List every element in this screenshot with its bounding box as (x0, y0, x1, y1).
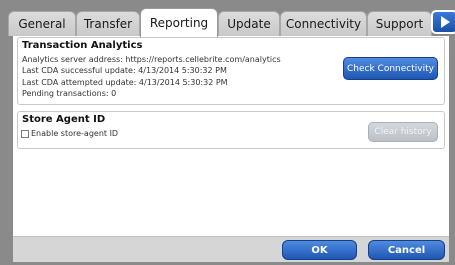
cancel-button[interactable]: Cancel (368, 240, 445, 260)
last-successful-update: Last CDA successful update: 4/13/2014 5:… (22, 66, 227, 75)
last-attempted-update: Last CDA attempted update: 4/13/2014 5:3… (22, 78, 228, 87)
check-connectivity-button[interactable]: Check Connectivity (343, 57, 438, 80)
enable-store-agent-label: Enable store-agent ID (31, 129, 119, 138)
tab-reporting[interactable]: Reporting (140, 8, 218, 37)
transaction-analytics-group: Transaction Analytics Analytics server a… (17, 37, 445, 105)
enable-store-agent-row[interactable]: Enable store-agent ID (21, 129, 118, 138)
tab-connectivity[interactable]: Connectivity (280, 11, 367, 36)
pending-transactions: Pending transactions: 0 (22, 89, 117, 98)
settings-dialog: General Transfer Reporting Update Connec… (0, 0, 455, 265)
tab-transfer[interactable]: Transfer (76, 11, 140, 36)
next-tab-button[interactable] (431, 10, 455, 34)
tab-update[interactable]: Update (218, 11, 280, 36)
transaction-analytics-title: Transaction Analytics (22, 40, 143, 51)
tab-support[interactable]: Support (367, 11, 432, 36)
play-arrow-icon (440, 16, 450, 28)
enable-store-agent-checkbox[interactable] (21, 129, 29, 138)
clear-history-button[interactable]: Clear history (368, 122, 438, 142)
ok-button[interactable]: OK (282, 240, 357, 260)
analytics-server-address: Analytics server address: https://report… (22, 55, 281, 64)
tab-bar: General Transfer Reporting Update Connec… (8, 8, 455, 37)
tab-general[interactable]: General (8, 11, 76, 36)
store-agent-title: Store Agent ID (22, 114, 106, 125)
